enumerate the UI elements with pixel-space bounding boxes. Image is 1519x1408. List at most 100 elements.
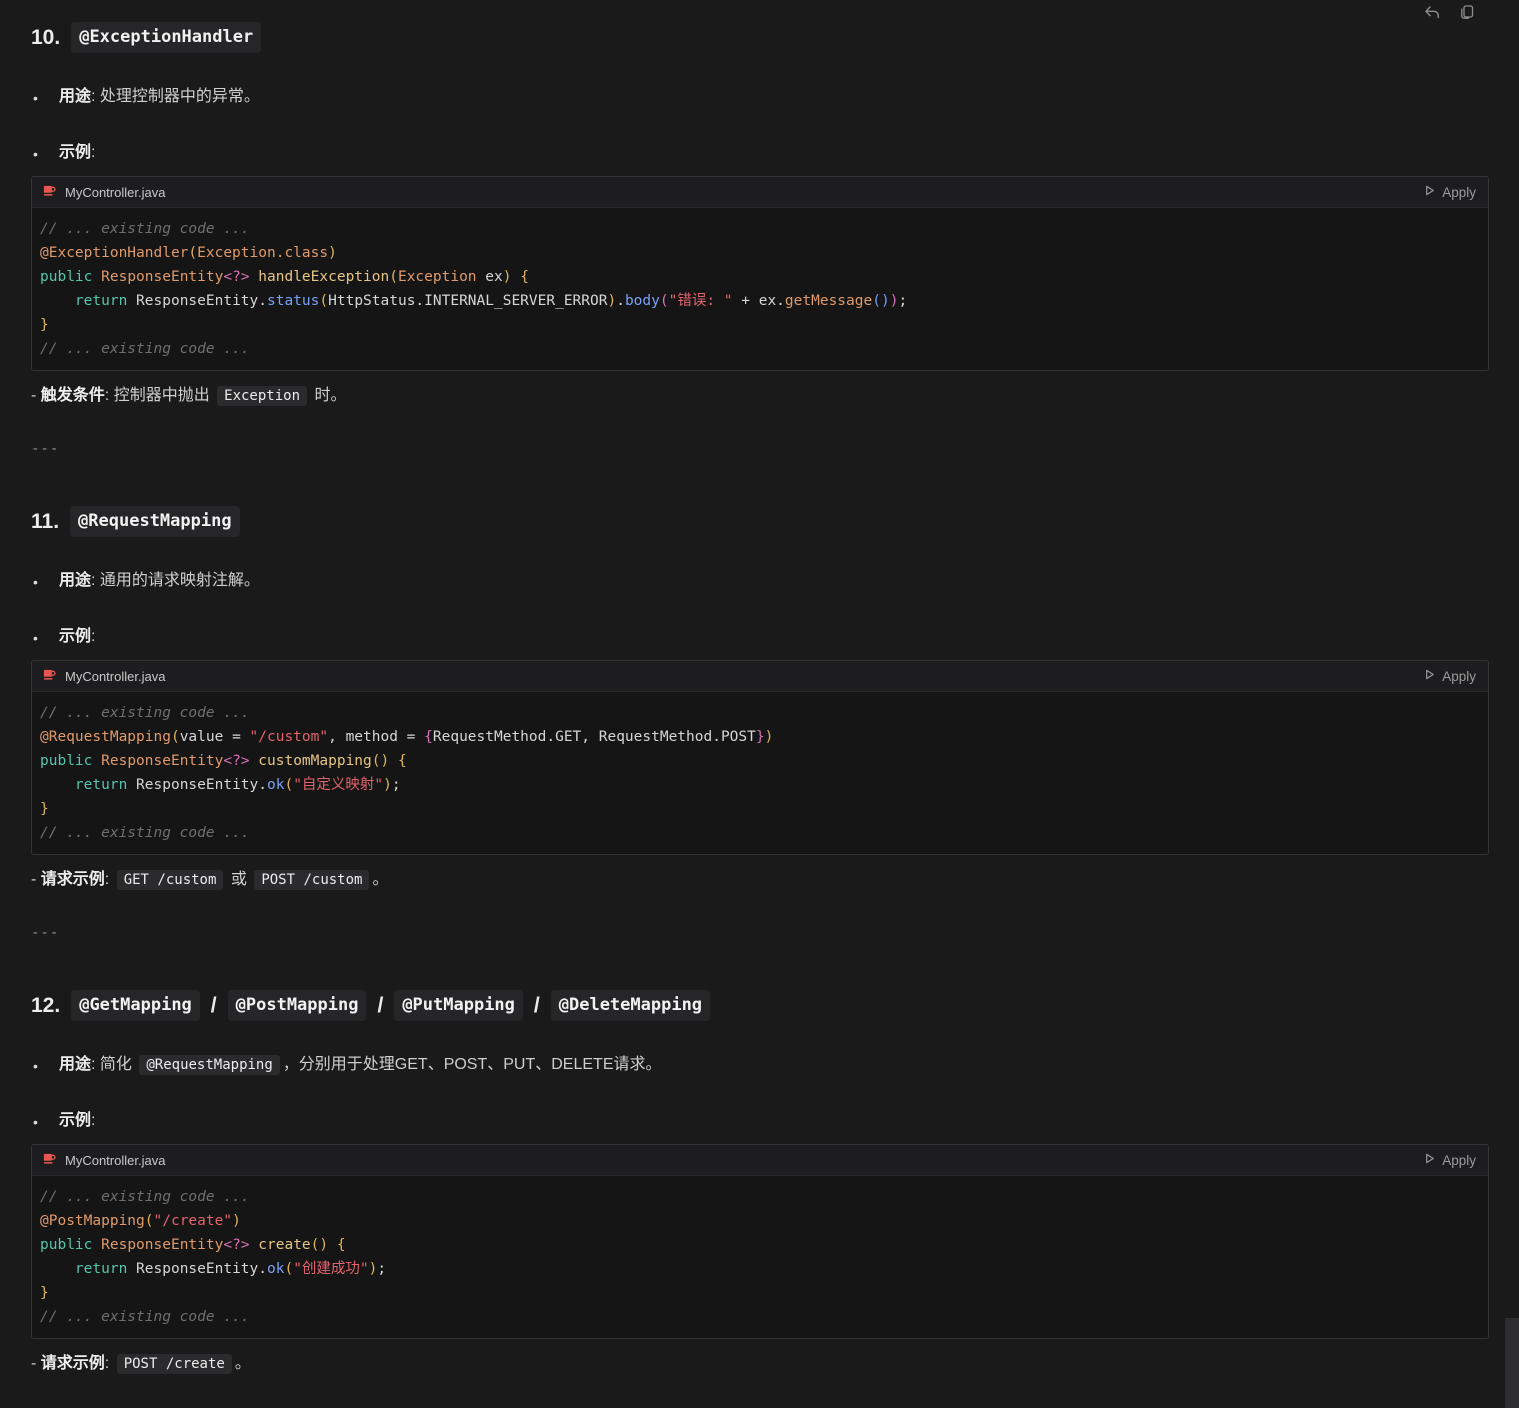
code-token: }: [40, 317, 49, 333]
text-run: : 通用的请求映射注解。: [91, 572, 260, 589]
bullet-text: 示例:: [59, 1110, 95, 1133]
text-run: 。: [235, 1355, 251, 1372]
code-token: [250, 1237, 259, 1253]
bullet-item: •用途: 通用的请求映射注解。: [31, 570, 1489, 593]
code-line: }: [40, 1281, 1480, 1305]
bullet-label: 用途: [59, 572, 91, 589]
section-title: 12.@GetMapping / @PostMapping / @PutMapp…: [31, 990, 1489, 1021]
bullet-label: 示例: [59, 1112, 91, 1129]
bullet-text: 用途: 通用的请求映射注解。: [59, 570, 260, 593]
code-block: MyController.java Apply // ... existing co…: [31, 660, 1489, 855]
code-content: // ... existing code ... @ExceptionHandle…: [32, 208, 1488, 370]
code-token: <?>: [223, 269, 249, 285]
code-token: // ... existing code ...: [40, 1309, 250, 1325]
code-line: // ... existing code ...: [40, 701, 1480, 725]
code-token: ): [328, 245, 337, 261]
annotation-code-chip: @PutMapping: [394, 990, 523, 1021]
code-token: "自定义映射": [293, 777, 383, 793]
code-content: // ... existing code ...@RequestMapping(…: [32, 692, 1488, 854]
code-line: }: [40, 797, 1480, 821]
code-token: , method =: [328, 729, 424, 745]
section-title: 10.@ExceptionHandler: [31, 22, 1489, 53]
code-line: return ResponseEntity.ok("创建成功");: [40, 1257, 1480, 1281]
apply-button[interactable]: Apply: [1421, 1152, 1478, 1168]
annotation-code-chip: @DeleteMapping: [551, 990, 710, 1021]
undo-icon[interactable]: [1423, 4, 1440, 20]
annotation-code-chip: @RequestMapping: [70, 506, 240, 537]
bullet-item: •用途: 处理控制器中的异常。: [31, 86, 1489, 109]
code-token: body: [625, 293, 660, 309]
section-title: 11.@RequestMapping: [31, 506, 1489, 537]
code-token: }: [756, 729, 765, 745]
sections-container: 10.@ExceptionHandler•用途: 处理控制器中的异常。•示例:M…: [31, 22, 1489, 1408]
code-token: ResponseEntity.: [127, 293, 267, 309]
bullet-marker: •: [33, 570, 59, 593]
code-filename: MyController.java: [65, 185, 165, 200]
code-token: + ex.: [733, 293, 785, 309]
apply-button[interactable]: Apply: [1421, 668, 1478, 684]
bullet-item: •用途: 简化 @RequestMapping，分别用于处理GET、POST、P…: [31, 1054, 1489, 1077]
bullet-label: 示例: [59, 628, 91, 645]
java-file-icon: [42, 1151, 57, 1169]
scrollbar-thumb[interactable]: [1505, 1318, 1519, 1408]
code-token: ok: [267, 1261, 284, 1277]
code-line: public ResponseEntity<?> create() {: [40, 1233, 1480, 1257]
text-run: :: [105, 871, 114, 888]
text-run: :: [91, 628, 95, 645]
code-token: (: [284, 1261, 293, 1277]
code-line: // ... existing code ...: [40, 821, 1480, 845]
code-token: [92, 753, 101, 769]
copy-icon[interactable]: [1458, 4, 1475, 20]
code-token: ): [765, 729, 774, 745]
code-token: (: [171, 729, 180, 745]
play-icon: [1423, 1152, 1436, 1168]
note-label: 请求示例: [41, 871, 105, 888]
code-token: [40, 1261, 75, 1277]
code-token: ;: [898, 293, 907, 309]
code-line: // ... existing code ...: [40, 337, 1480, 361]
code-token: HttpStatus.INTERNAL_SERVER_ERROR: [328, 293, 607, 309]
note-label: 触发条件: [41, 387, 105, 404]
code-line: // ... existing code ...: [40, 1305, 1480, 1329]
code-token: ): [232, 1213, 241, 1229]
annotation-section: 10.@ExceptionHandler•用途: 处理控制器中的异常。•示例:M…: [31, 22, 1489, 457]
code-token: }: [40, 801, 49, 817]
apply-label: Apply: [1442, 669, 1476, 684]
apply-button[interactable]: Apply: [1421, 184, 1478, 200]
title-separator: /: [377, 993, 383, 1018]
code-token: @PostMapping: [40, 1213, 145, 1229]
text-run: : 处理控制器中的异常。: [91, 88, 260, 105]
code-filename: MyController.java: [65, 669, 165, 684]
bullet-marker: •: [33, 1110, 59, 1133]
code-token: ResponseEntity.: [127, 777, 267, 793]
code-token: }: [40, 1285, 49, 1301]
code-token: return: [75, 777, 127, 793]
code-token: [250, 269, 259, 285]
text-run: :: [105, 1355, 114, 1372]
inline-code: POST /create: [117, 1354, 232, 1374]
title-separator: /: [211, 993, 217, 1018]
code-line: // ... existing code ...: [40, 1185, 1480, 1209]
code-token: status: [267, 293, 319, 309]
text-run: 。: [372, 871, 388, 888]
code-token: ResponseEntity: [101, 753, 223, 769]
code-token: [92, 1237, 101, 1253]
text-run: : 控制器中抛出: [105, 387, 214, 404]
code-token: "/create": [154, 1213, 233, 1229]
message-actions: [1423, 4, 1475, 20]
annotation-section: 12.@GetMapping / @PostMapping / @PutMapp…: [31, 990, 1489, 1408]
section-number: 12.: [31, 993, 60, 1018]
bullet-text: 用途: 简化 @RequestMapping，分别用于处理GET、POST、PU…: [59, 1054, 662, 1077]
text-run: :: [91, 144, 95, 161]
code-filename: MyController.java: [65, 1153, 165, 1168]
text-run: ，分别用于处理GET、POST、PUT、DELETE请求。: [283, 1056, 662, 1073]
note-line: - 请求示例: POST /create。: [31, 1353, 1489, 1375]
text-run: : 简化: [91, 1056, 136, 1073]
code-token: // ... existing code ...: [40, 825, 250, 841]
code-token: ): [383, 777, 392, 793]
code-token: [92, 269, 101, 285]
code-token: value =: [180, 729, 250, 745]
code-line: return ResponseEntity.status(HttpStatus.…: [40, 289, 1480, 313]
bullet-marker: •: [33, 626, 59, 649]
code-token: @ExceptionHandler: [40, 245, 188, 261]
